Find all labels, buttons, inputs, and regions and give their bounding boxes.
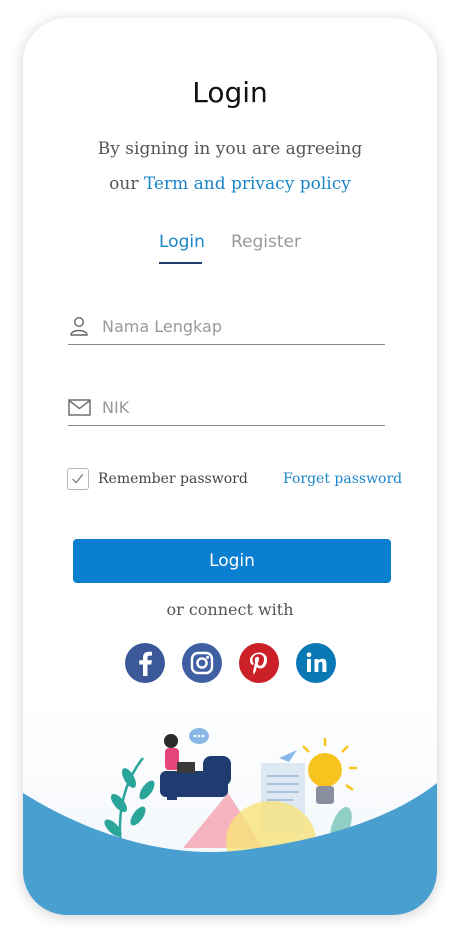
- login-button[interactable]: Login: [73, 539, 391, 583]
- subtitle-prefix: our: [109, 174, 139, 194]
- nik-field: [68, 389, 385, 426]
- facebook-icon: [139, 651, 152, 676]
- name-input[interactable]: [102, 314, 372, 338]
- instagram-button[interactable]: [182, 643, 222, 683]
- terms-link[interactable]: Term and privacy policy: [144, 174, 351, 194]
- subtitle: By signing in you are agreeing our Term …: [23, 132, 437, 202]
- tab-login[interactable]: Login: [159, 232, 205, 252]
- login-card: Login By signing in you are agreeing our…: [23, 18, 437, 915]
- subtitle-line-2: our Term and privacy policy: [23, 167, 437, 202]
- forget-password-link[interactable]: Forget password: [283, 471, 402, 487]
- remember-checkbox[interactable]: [67, 468, 89, 490]
- pinterest-button[interactable]: [239, 643, 279, 683]
- mail-icon: [68, 399, 91, 416]
- facebook-button[interactable]: [125, 643, 165, 683]
- pinterest-icon: [250, 652, 268, 675]
- user-icon: [70, 316, 88, 336]
- name-field: [68, 308, 385, 345]
- chat-bubble-icon: [189, 728, 209, 744]
- subtitle-line-1: By signing in you are agreeing: [97, 139, 363, 159]
- remember-label: Remember password: [98, 471, 248, 487]
- nik-input[interactable]: [102, 395, 372, 419]
- instagram-icon: [190, 651, 214, 675]
- auth-tabs: Login Register: [23, 232, 437, 272]
- linkedin-button[interactable]: [296, 643, 336, 683]
- active-tab-indicator: [159, 262, 202, 264]
- page-title: Login: [192, 76, 268, 109]
- checkmark-icon: [72, 474, 84, 484]
- linkedin-icon: [306, 652, 327, 672]
- tab-register[interactable]: Register: [231, 232, 301, 252]
- login-illustration: [23, 698, 437, 915]
- connect-label: or connect with: [166, 600, 294, 619]
